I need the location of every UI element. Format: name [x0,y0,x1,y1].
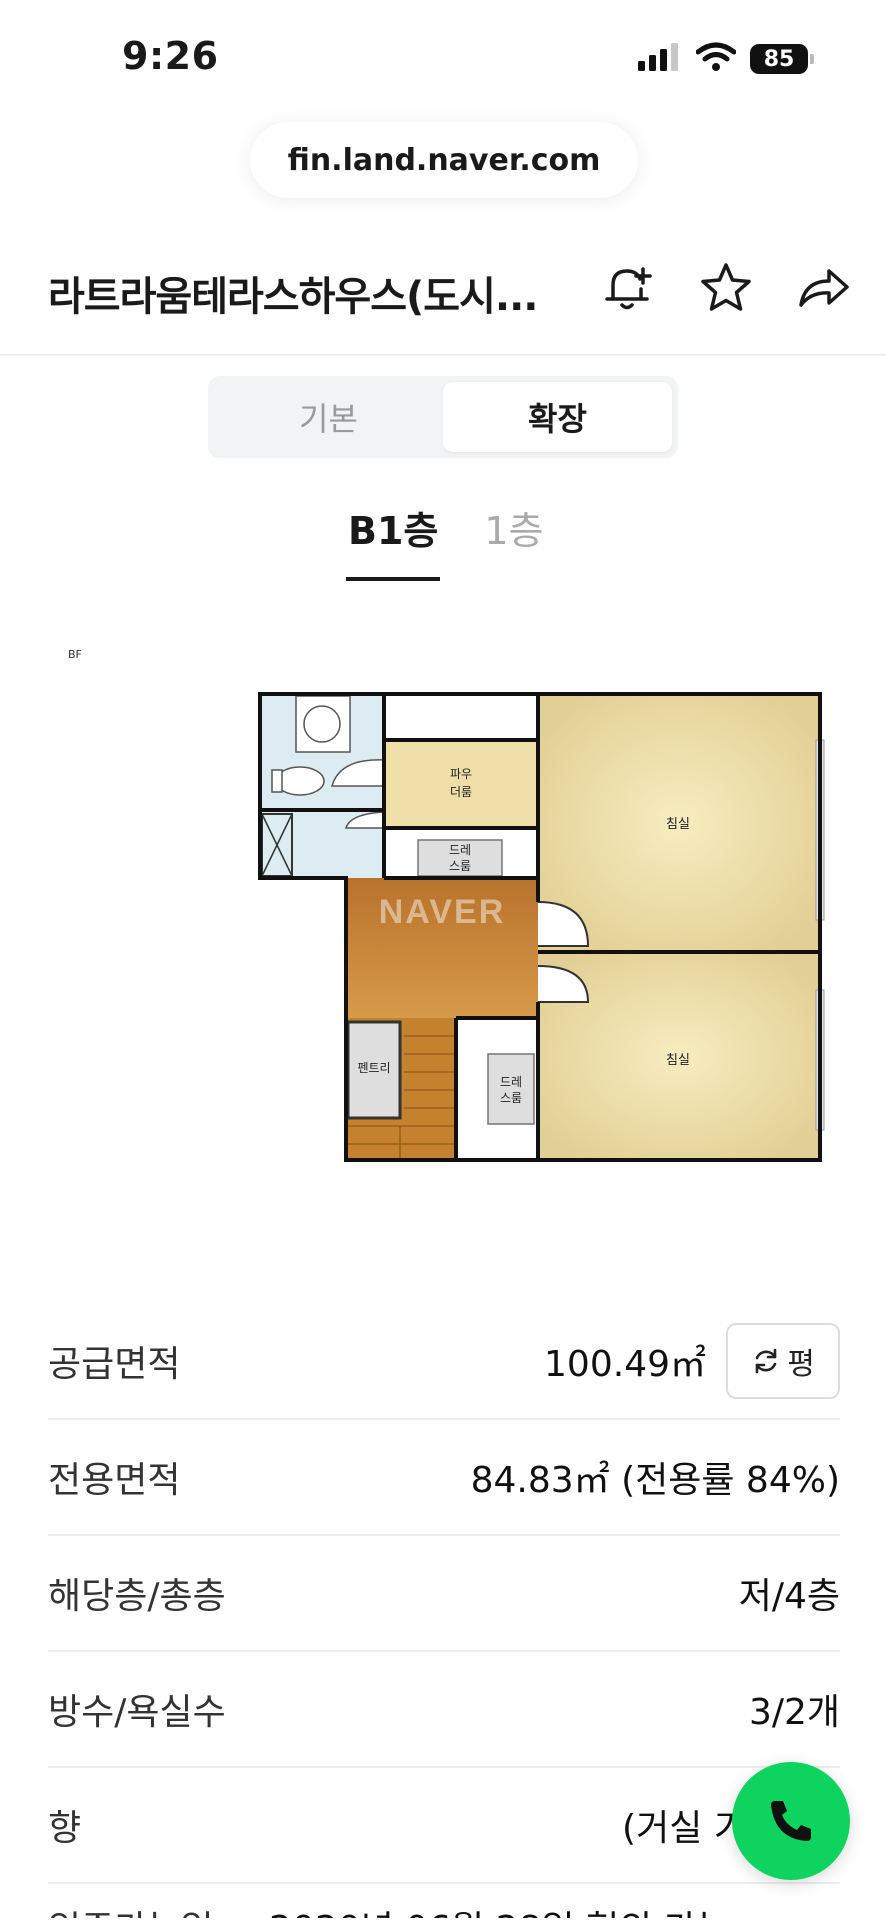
spec-label: 방수/욕실수 [48,1692,226,1733]
spec-label: 전용면적 [48,1460,181,1501]
spec-value: 저/4층 [738,1576,840,1617]
spec-label: 공급면적 [48,1344,181,1385]
spec-row-rooms: 방수/욕실수 3/2개 [48,1652,840,1768]
floor-plan[interactable]: BF NAVER 파우 더룸 드레 스룸 침실 침실 펜트리 드레 스룸 [0,640,886,1180]
wifi-icon [695,42,737,76]
room-label-bedroom-1: 침실 [666,817,690,832]
status-icons: 85 [638,42,814,76]
plan-type-toggle: 기본 확장 [208,376,678,458]
floor-plan-corner-label: BF [68,648,82,661]
spec-value: 2020년 06월 28일 협의 가능 [269,1900,730,1918]
unit-toggle-label: 평 [787,1347,815,1382]
phone-icon [771,1801,811,1841]
room-label-powder-2: 더룸 [450,785,472,799]
room-label-dress1-2: 스룸 [449,859,471,873]
spec-label: 향 [48,1808,82,1849]
toggle-basic[interactable]: 기본 [214,382,443,452]
url-bar[interactable]: fin.land.naver.com [250,122,638,198]
toggle-extended[interactable]: 확장 [443,382,672,452]
refresh-icon [755,1348,777,1374]
room-label-bedroom-2: 침실 [666,1053,690,1068]
supply-area-value: 100.49㎡ [544,1344,706,1385]
call-button[interactable] [732,1762,850,1880]
naver-watermark: NAVER [379,893,506,931]
floor-tabs: B1층 1층 [345,500,544,581]
alarm-add-button[interactable] [596,256,660,320]
floor-plan-drawing: NAVER 파우 더룸 드레 스룸 침실 침실 펜트리 드레 스룸 [258,692,825,1162]
room-label-dress2-1: 드레 [500,1075,522,1089]
bell-plus-icon [605,267,652,310]
unit-toggle-button[interactable]: 평 [726,1323,840,1399]
spec-row-exclusive-area: 전용면적 84.83㎡ (전용률 84%) [48,1420,840,1536]
spec-row-direction: 향 (거실 기준 [48,1768,840,1884]
url-text: fin.land.naver.com [287,142,601,178]
spec-row-move-in: 입주가능일 2020년 06월 28일 협의 가능 [48,1878,840,1918]
spec-value: 100.49㎡ 평 [544,1323,840,1399]
spec-value: 3/2개 [748,1692,840,1733]
powder-room [384,740,538,828]
spec-label: 해당층/총층 [48,1576,226,1617]
spec-row-supply-area: 공급면적 100.49㎡ 평 [48,1304,840,1420]
status-time: 9:26 [122,34,219,78]
status-bar: 9:26 85 [0,0,886,110]
page-title: 라트라움테라스하우스(도시... [48,274,538,320]
signal-icon [638,43,682,75]
room-label-dress1-1: 드레 [449,843,471,857]
battery-icon: 85 [750,44,814,74]
favorite-button[interactable] [694,256,758,320]
header-divider [0,354,886,356]
spec-list: 공급면적 100.49㎡ 평 전용면적 84.83㎡ (전용률 84%) 해당층… [48,1304,840,1884]
share-button[interactable] [792,256,856,320]
spec-value: 84.83㎡ (전용률 84%) [470,1460,840,1501]
room-label-powder-1: 파우 [450,767,472,781]
spec-label: 입주가능일 [48,1900,214,1918]
battery-level: 85 [763,46,795,72]
page-header: 라트라움테라스하우스(도시... [0,220,886,356]
spec-row-floor: 해당층/총층 저/4층 [48,1536,840,1652]
tab-floor-b1[interactable]: B1층 [345,500,441,581]
header-actions [596,256,856,320]
share-arrow-icon [799,269,849,307]
screen: 9:26 85 fin.land.naver.com 라트라움테라스하우스(도시… [0,0,886,1920]
room-label-dress2-2: 스룸 [500,1091,522,1105]
room-label-pantry: 펜트리 [357,1061,390,1075]
tab-floor-1[interactable]: 1층 [484,500,543,571]
star-icon [701,263,751,311]
